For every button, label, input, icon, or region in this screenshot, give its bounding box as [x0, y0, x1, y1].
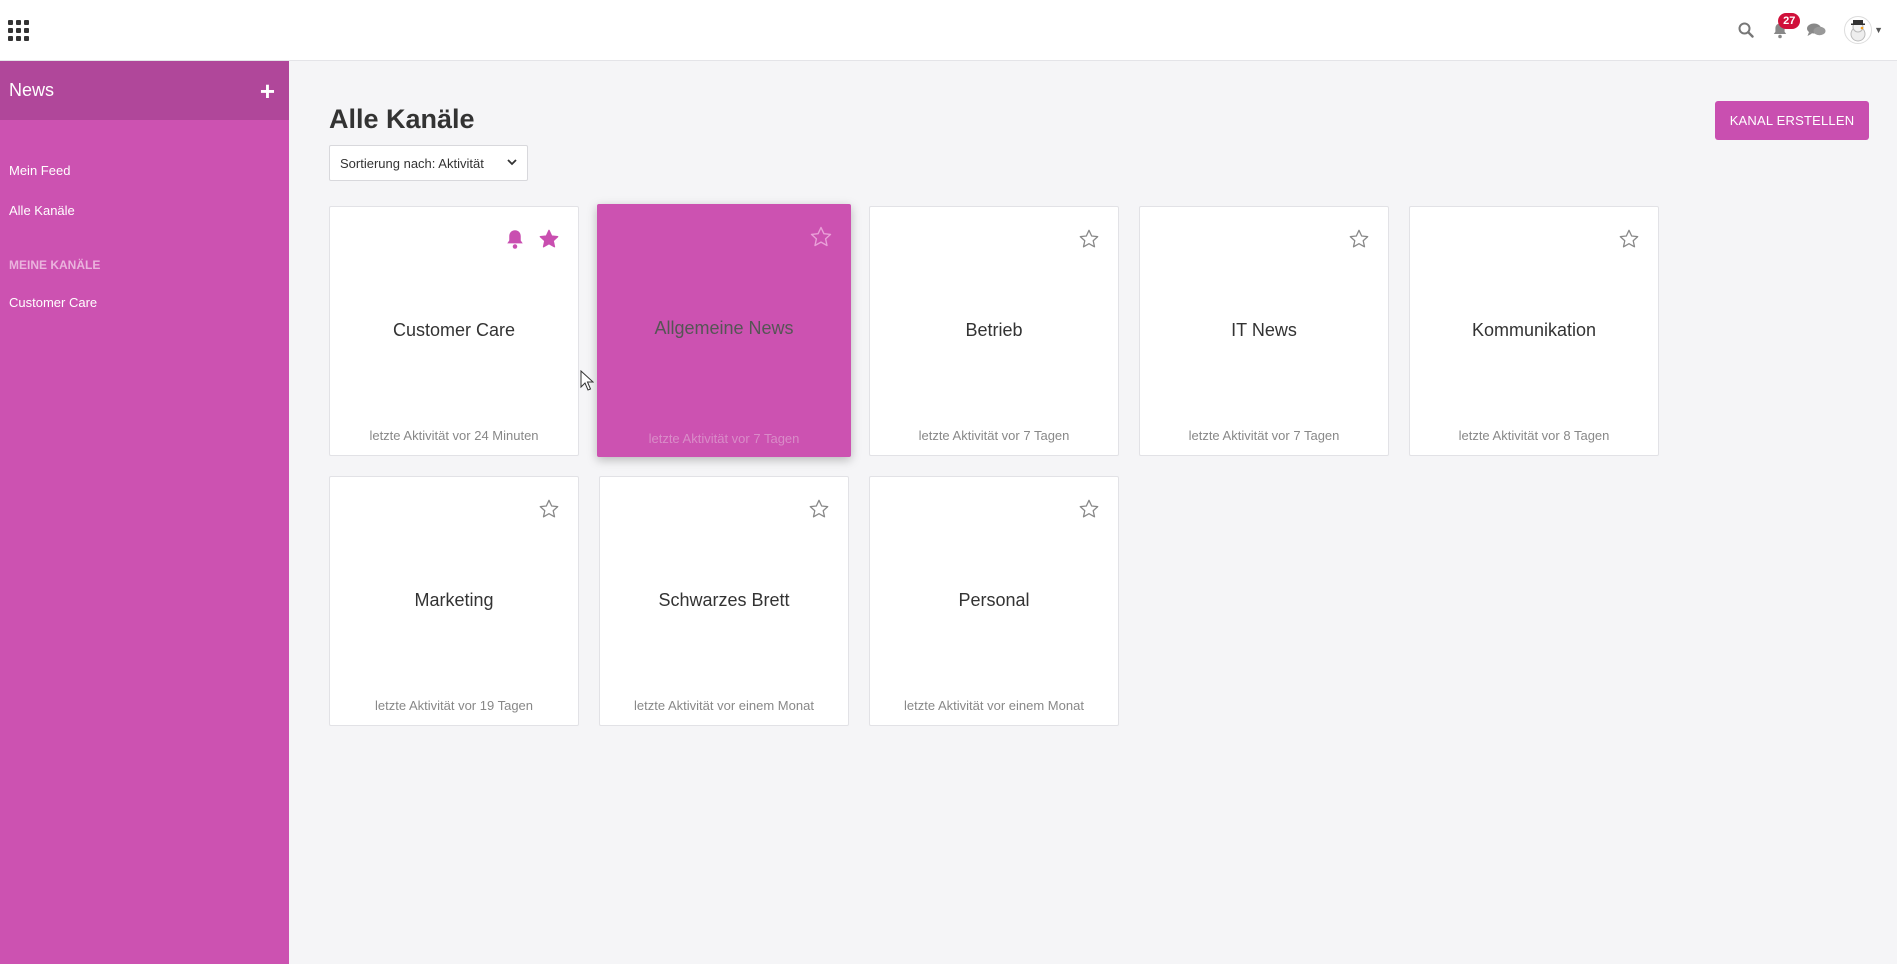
avatar	[1844, 16, 1873, 44]
notifications-badge: 27	[1778, 12, 1801, 29]
card-actions	[807, 497, 831, 521]
top-bar: 27 ▼	[0, 0, 1897, 61]
sort-select[interactable]: Sortierung nach: Aktivität	[329, 145, 528, 181]
star-icon[interactable]	[809, 225, 833, 249]
card-title: Marketing	[414, 590, 494, 610]
sidebar-item-mein-feed[interactable]: Mein Feed	[0, 151, 289, 191]
channel-card[interactable]: Allgemeine News letzte Aktivität vor 7 Ta…	[597, 204, 851, 457]
chevron-down-icon	[507, 158, 517, 169]
card-activity: letzte Aktivität vor 7 Tagen	[1188, 428, 1340, 443]
star-icon[interactable]	[1617, 227, 1641, 251]
topbar-actions: 27 ▼	[1738, 12, 1883, 48]
sidebar-nav: Mein Feed Alle Kanäle MEINE KANÄLE Custo…	[0, 120, 289, 323]
sidebar: News + Mein Feed Alle Kanäle MEINE KANÄL…	[0, 61, 289, 964]
channel-card[interactable]: Kommunikation letzte Aktivität vor 8 Tage…	[1409, 206, 1659, 456]
star-filled-icon[interactable]	[537, 227, 561, 251]
card-title: Customer Care	[392, 320, 516, 340]
card-actions	[537, 497, 561, 521]
card-title: Schwarzes Brett	[658, 590, 790, 610]
card-activity: letzte Aktivität vor 7 Tagen	[918, 428, 1070, 443]
card-title: Betrieb	[965, 320, 1023, 340]
channel-card[interactable]: Schwarzes Brett letzte Aktivität vor eine…	[599, 476, 849, 726]
card-title: IT News	[1231, 320, 1297, 340]
sidebar-section-title: MEINE KANÄLE	[9, 258, 101, 272]
sidebar-header: News +	[0, 61, 289, 120]
star-icon[interactable]	[807, 497, 831, 521]
notifications-button[interactable]: 27	[1772, 12, 1801, 39]
card-activity: letzte Aktivität vor 24 Minuten	[369, 428, 539, 443]
sidebar-item-customer-care[interactable]: Customer Care	[0, 283, 289, 323]
channel-card[interactable]: Betrieb letzte Aktivität vor 7 Tagen	[869, 206, 1119, 456]
add-channel-icon[interactable]: +	[260, 78, 275, 104]
channel-card[interactable]: IT News letzte Aktivität vor 7 Tagen	[1139, 206, 1389, 456]
star-icon[interactable]	[1077, 497, 1101, 521]
channel-card[interactable]: Marketing letzte Aktivität vor 19 Tagen	[329, 476, 579, 726]
mouse-cursor-icon	[580, 370, 594, 391]
card-activity: letzte Aktivität vor 8 Tagen	[1458, 428, 1610, 443]
user-menu[interactable]: ▼	[1844, 16, 1883, 44]
bell-icon[interactable]	[503, 227, 527, 251]
card-activity: letzte Aktivität vor 19 Tagen	[374, 698, 534, 713]
channel-card[interactable]: Personal letzte Aktivität vor einem Monat	[869, 476, 1119, 726]
search-icon[interactable]	[1738, 22, 1754, 38]
card-title: Allgemeine News	[654, 318, 794, 338]
chat-icon[interactable]	[1806, 22, 1826, 38]
card-activity: letzte Aktivität vor 7 Tagen	[648, 431, 800, 446]
card-actions	[809, 225, 833, 249]
app-launcher-icon[interactable]	[8, 20, 30, 42]
card-actions	[1077, 497, 1101, 521]
card-actions	[1617, 227, 1641, 251]
channel-card[interactable]: Customer Care letzte Aktivität vor 24 Min…	[329, 206, 579, 456]
card-actions	[1347, 227, 1371, 251]
sidebar-item-alle-kanaele[interactable]: Alle Kanäle	[0, 191, 289, 231]
card-actions	[1077, 227, 1101, 251]
card-title: Kommunikation	[1471, 320, 1597, 340]
chevron-down-icon: ▼	[1874, 25, 1883, 35]
create-channel-button[interactable]: KANAL ERSTELLEN	[1715, 101, 1869, 140]
card-actions	[503, 227, 561, 251]
star-icon[interactable]	[1077, 227, 1101, 251]
sort-select-value: Sortierung nach: Aktivität	[340, 155, 484, 171]
card-activity: letzte Aktivität vor einem Monat	[904, 698, 1084, 713]
sidebar-title: News	[9, 80, 55, 100]
star-icon[interactable]	[1347, 227, 1371, 251]
card-title: Personal	[958, 590, 1030, 610]
star-icon[interactable]	[537, 497, 561, 521]
page-title: Alle Kanäle	[329, 104, 475, 134]
card-activity: letzte Aktivität vor einem Monat	[634, 698, 814, 713]
